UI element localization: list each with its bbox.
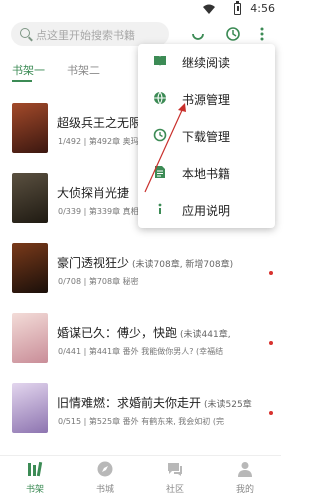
search-icon — [20, 28, 30, 38]
search-input[interactable]: 点这里开始搜索书籍 — [11, 22, 169, 46]
unread-badge — [269, 341, 273, 345]
unread-badge — [269, 271, 273, 275]
book-title: 大侦探肖光捷 — [57, 186, 130, 200]
battery-icon — [234, 1, 241, 15]
bottom-nav: 书架 书城 社区 我的 — [0, 455, 281, 500]
book-cover — [12, 243, 48, 293]
bookshelf-icon — [28, 461, 43, 477]
book-item[interactable]: 婚谋已久：傅少，快跑 (未读441章, 0/441 | 第441章 番外 我能做你… — [0, 313, 281, 379]
refresh-icon[interactable] — [190, 26, 206, 42]
nav-bookshelf[interactable]: 书架 — [10, 460, 60, 500]
book-title: 旧情难燃：求婚前夫你走开 (未读525章 — [57, 396, 252, 410]
book-meta: 0/708 | 第708章 秘密 — [58, 277, 139, 286]
unread-badge — [269, 411, 273, 415]
timer-icon[interactable] — [225, 26, 241, 42]
book-cover — [12, 173, 48, 223]
nav-label: 社区 — [165, 485, 184, 495]
tab-shelf-1[interactable]: 书架一 — [12, 62, 45, 78]
search-placeholder: 点这里开始搜索书籍 — [36, 29, 135, 42]
wifi-icon — [203, 4, 215, 14]
book-item[interactable]: 旧情难燃：求婚前夫你走开 (未读525章 0/515 | 第525章 番外 有鹤东… — [0, 383, 281, 449]
book-meta: 0/515 | 第525章 番外 有鹤东来, 我会如初 (完 — [58, 417, 224, 426]
book-cover — [12, 103, 48, 153]
menu-item-label: 应用说明 — [182, 204, 231, 218]
menu-item-continue-reading[interactable]: 继续阅读 — [138, 44, 275, 80]
compass-icon — [97, 461, 113, 477]
nav-profile[interactable]: 我的 — [220, 460, 270, 500]
nav-label: 书架 — [25, 485, 44, 495]
tab-indicator — [12, 80, 32, 82]
user-icon — [238, 462, 252, 477]
book-icon — [154, 56, 166, 66]
status-bar: 4:56 — [0, 0, 281, 18]
annotation-arrow — [144, 103, 186, 193]
book-cover — [12, 383, 48, 433]
book-item[interactable]: 豪门透视狂少 (未读708章, 新增708章) 0/708 | 第708章 秘密 — [0, 243, 281, 309]
tab-shelf-2[interactable]: 书架二 — [67, 62, 100, 78]
book-title: 豪门透视狂少 (未读708章, 新增708章) — [57, 256, 234, 270]
book-title: 超级兵王之无限 — [57, 116, 142, 130]
menu-item-label: 继续阅读 — [182, 56, 231, 70]
book-cover — [12, 313, 48, 363]
nav-label: 我的 — [235, 485, 254, 495]
book-title: 婚谋已久：傅少，快跑 (未读441章, — [57, 326, 231, 340]
more-icon[interactable] — [254, 26, 270, 42]
status-time: 4:56 — [250, 2, 275, 15]
menu-item-app-info[interactable]: 应用说明 — [138, 192, 275, 228]
book-meta: 0/441 | 第441章 番外 我能做你男人? (幸福结 — [58, 347, 224, 356]
chat-icon — [168, 463, 182, 476]
nav-bookstore[interactable]: 书城 — [80, 460, 130, 500]
info-icon — [158, 203, 162, 214]
nav-community[interactable]: 社区 — [150, 460, 200, 500]
nav-label: 书城 — [95, 485, 114, 495]
